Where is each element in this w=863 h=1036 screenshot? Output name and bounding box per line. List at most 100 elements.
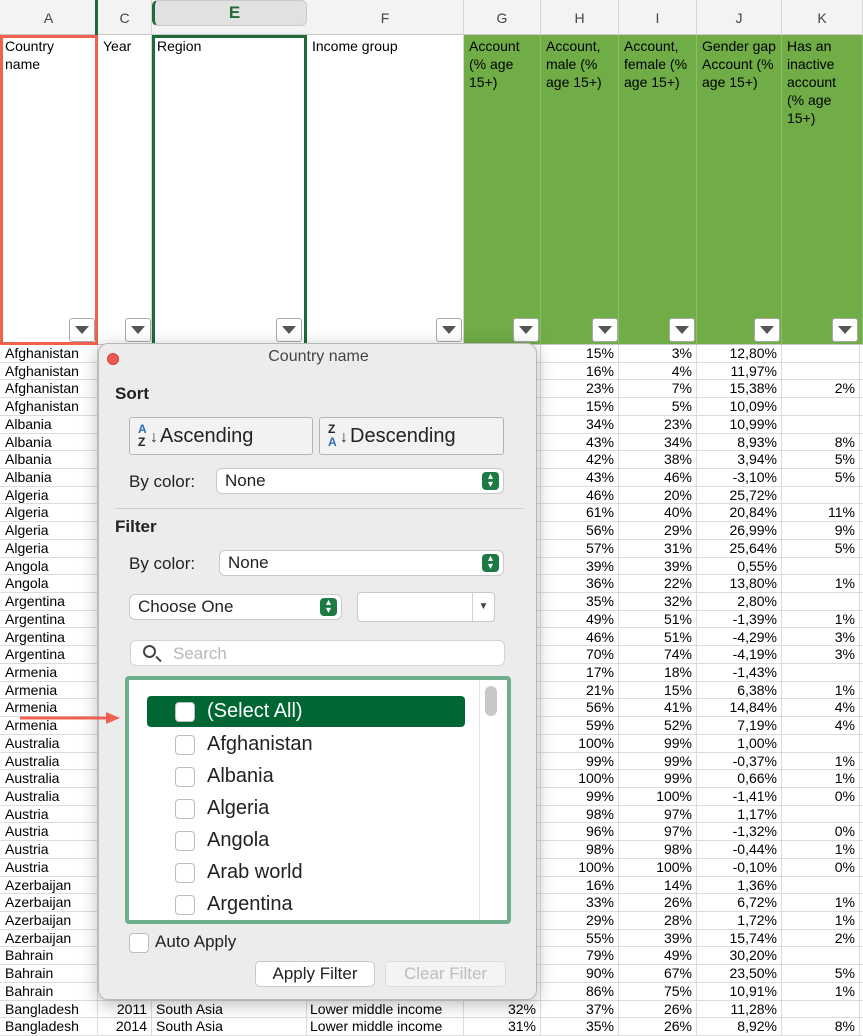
table-cell[interactable]: 1%: [782, 575, 860, 593]
table-cell[interactable]: 6,72%: [697, 894, 782, 911]
table-cell[interactable]: 4%: [782, 717, 860, 734]
table-cell[interactable]: 99%: [619, 752, 697, 770]
table-cell[interactable]: Australia: [0, 734, 98, 752]
table-cell[interactable]: 11,97%: [697, 362, 782, 380]
checkbox[interactable]: [175, 863, 195, 883]
table-cell[interactable]: 32%: [619, 593, 697, 610]
list-item[interactable]: Afghanistan: [147, 729, 465, 760]
table-cell[interactable]: 46%: [541, 628, 619, 646]
table-cell[interactable]: 18%: [619, 663, 697, 681]
table-cell[interactable]: Angola: [0, 575, 98, 593]
table-cell[interactable]: -0,37%: [697, 752, 782, 770]
condition-select[interactable]: Choose One ▴ ▾: [129, 594, 342, 620]
table-cell[interactable]: 70%: [541, 646, 619, 663]
checkbox[interactable]: [129, 933, 149, 953]
table-cell[interactable]: 43%: [541, 469, 619, 486]
filter-button-account[interactable]: [513, 318, 539, 342]
table-cell[interactable]: 0%: [782, 788, 860, 805]
table-cell[interactable]: 1%: [782, 681, 860, 699]
table-cell[interactable]: 100%: [541, 770, 619, 787]
checkbox[interactable]: [175, 702, 195, 722]
table-cell[interactable]: 1%: [782, 610, 860, 628]
table-cell[interactable]: Azerbaijan: [0, 894, 98, 911]
table-cell[interactable]: -1,32%: [697, 823, 782, 841]
table-cell[interactable]: 21%: [541, 681, 619, 699]
table-cell[interactable]: Azerbaijan: [0, 876, 98, 894]
table-cell[interactable]: 14%: [619, 876, 697, 894]
table-cell[interactable]: Afghanistan: [0, 398, 98, 415]
table-cell[interactable]: 1,36%: [697, 876, 782, 894]
table-cell[interactable]: 0%: [782, 858, 860, 876]
table-cell[interactable]: [782, 486, 860, 504]
table-cell[interactable]: 28%: [619, 912, 697, 929]
filter-button-gender-gap[interactable]: [754, 318, 780, 342]
table-cell[interactable]: -1,39%: [697, 610, 782, 628]
clear-filter-button[interactable]: Clear Filter: [385, 961, 506, 987]
table-cell[interactable]: 4%: [782, 699, 860, 717]
table-cell[interactable]: 98%: [541, 841, 619, 858]
table-cell[interactable]: Austria: [0, 858, 98, 876]
table-cell[interactable]: 10,99%: [697, 415, 782, 433]
header-cell-inactive-account[interactable]: Has an inactive account (% age 15+): [782, 35, 863, 345]
table-cell[interactable]: 10,91%: [697, 982, 782, 1000]
table-cell[interactable]: 23%: [541, 380, 619, 398]
table-cell[interactable]: 12,80%: [697, 345, 782, 362]
table-cell[interactable]: 39%: [541, 557, 619, 575]
table-cell[interactable]: -0,10%: [697, 858, 782, 876]
table-cell[interactable]: 41%: [619, 699, 697, 717]
table-cell[interactable]: [782, 1000, 860, 1018]
table-cell[interactable]: [782, 593, 860, 610]
table-cell[interactable]: 90%: [541, 965, 619, 982]
table-cell[interactable]: 30,20%: [697, 947, 782, 965]
table-cell[interactable]: 52%: [619, 717, 697, 734]
table-cell[interactable]: 99%: [541, 752, 619, 770]
table-cell[interactable]: 1%: [782, 770, 860, 787]
sort-by-color-select[interactable]: None ▴ ▾: [216, 468, 504, 494]
table-cell[interactable]: 31%: [619, 539, 697, 557]
column-header-i[interactable]: I: [619, 0, 697, 35]
sort-ascending-button[interactable]: A Z ↓ Ascending: [129, 417, 313, 455]
table-cell[interactable]: Bangladesh: [0, 1018, 98, 1036]
table-cell[interactable]: Armenia: [0, 681, 98, 699]
table-cell[interactable]: 100%: [541, 734, 619, 752]
table-cell[interactable]: 29%: [541, 912, 619, 929]
table-cell[interactable]: 8%: [782, 433, 860, 451]
table-cell[interactable]: 96%: [541, 823, 619, 841]
table-cell[interactable]: 36%: [541, 575, 619, 593]
header-cell-account-male[interactable]: Account, male (% age 15+): [541, 35, 619, 345]
header-cell-account[interactable]: Account (% age 15+): [464, 35, 541, 345]
search-field[interactable]: Search: [130, 640, 505, 666]
table-cell[interactable]: 99%: [619, 770, 697, 787]
table-cell[interactable]: 97%: [619, 823, 697, 841]
column-header-c[interactable]: C: [95, 0, 152, 35]
apply-filter-button[interactable]: Apply Filter: [255, 961, 375, 987]
table-cell[interactable]: 25,64%: [697, 539, 782, 557]
column-header-j[interactable]: J: [697, 0, 782, 35]
table-cell[interactable]: 5%: [782, 469, 860, 486]
table-cell[interactable]: 15%: [541, 345, 619, 362]
table-cell[interactable]: 5%: [782, 965, 860, 982]
table-cell[interactable]: 16%: [541, 362, 619, 380]
column-header-a[interactable]: A: [0, 0, 98, 35]
table-cell[interactable]: 7%: [619, 380, 697, 398]
table-cell[interactable]: Argentina: [0, 646, 98, 663]
table-cell[interactable]: Lower middle income: [307, 1018, 464, 1036]
table-cell[interactable]: 6,38%: [697, 681, 782, 699]
table-cell[interactable]: 56%: [541, 522, 619, 539]
table-cell[interactable]: 20%: [619, 486, 697, 504]
table-cell[interactable]: [782, 345, 860, 362]
table-cell[interactable]: [782, 734, 860, 752]
table-cell[interactable]: Argentina: [0, 628, 98, 646]
table-cell[interactable]: 29%: [619, 522, 697, 539]
header-cell-income-group[interactable]: Income group: [307, 35, 464, 345]
table-cell[interactable]: 51%: [619, 628, 697, 646]
condition-value-combo[interactable]: ▼: [357, 592, 495, 622]
table-cell[interactable]: -1,41%: [697, 788, 782, 805]
scrollbar-thumb[interactable]: [485, 686, 497, 716]
table-cell[interactable]: 38%: [619, 451, 697, 468]
table-cell[interactable]: -0,44%: [697, 841, 782, 858]
list-item[interactable]: Arab world: [147, 857, 465, 888]
table-cell[interactable]: 1,00%: [697, 734, 782, 752]
chevron-down-icon[interactable]: ▼: [472, 593, 494, 621]
list-item[interactable]: Algeria: [147, 793, 465, 824]
